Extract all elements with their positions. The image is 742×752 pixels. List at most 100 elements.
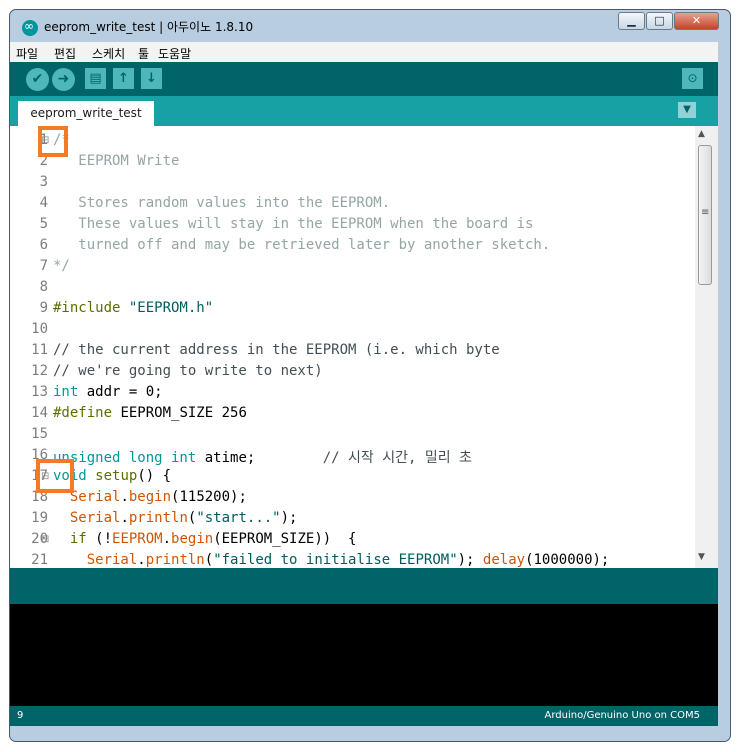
code-text: int addr = 0; [53, 384, 163, 400]
code-token: "start..." [196, 510, 281, 526]
menu-tools[interactable]: 툴 [138, 45, 149, 62]
code-token: . [120, 489, 129, 505]
code-token: "failed to initialise EEPROM" [213, 552, 458, 568]
line-number: 21 [31, 552, 48, 568]
code-token: // the current address in the EEPROM (i.… [53, 342, 500, 358]
line-number: 11 [31, 342, 48, 358]
code-editor[interactable]: 1 ⊟/* 2 EEPROM Write 3 4 Stores random value… [10, 126, 695, 568]
code-text: */ [53, 258, 70, 274]
code-token: begin [171, 531, 214, 547]
code-line[interactable]: 20 ⊟ if (!EEPROM.begin(EEPROM_SIZE)) { [10, 529, 695, 550]
code-token: begin [128, 489, 172, 505]
line-number: 5 [39, 216, 48, 232]
code-token: println [128, 510, 188, 526]
code-token: EEPROM Write [53, 153, 180, 169]
code-line[interactable]: 13 int addr = 0; [10, 382, 695, 403]
highlight-box-fold-1 [38, 126, 68, 157]
code-token: (115200); [171, 489, 247, 505]
code-line[interactable]: 16 unsigned long int atime; // 시작 시간, 밀리 … [10, 445, 695, 466]
maximize-button[interactable]: □ [646, 12, 673, 30]
verify-icon[interactable]: ✔ [26, 68, 49, 91]
fold-toggle-icon[interactable]: ⊟ [41, 534, 49, 545]
code-line[interactable]: 5 These values will stay in the EEPROM w… [10, 214, 695, 235]
line-number: 12 [31, 363, 48, 379]
code-line[interactable]: 3 [10, 172, 695, 193]
status-line-number: 9 [17, 710, 24, 721]
status-board: Arduino/Genuino Uno on COM5 [544, 710, 701, 721]
scroll-down-icon[interactable]: ▼ [698, 552, 705, 562]
line-number: 4 [39, 195, 48, 211]
code-token: Serial [69, 510, 121, 526]
code-line[interactable]: 10 [10, 319, 695, 340]
line-number: 13 [31, 384, 48, 400]
code-token: atime; [196, 450, 323, 466]
code-text: #include "EEPROM.h" [53, 300, 213, 316]
window-title: eeprom_write_test | 아두이노 1.8.10 [44, 20, 254, 34]
code-line[interactable]: 9 #include "EEPROM.h" [10, 298, 695, 319]
code-text: Stores random values into the EEPROM. [53, 195, 390, 211]
code-line[interactable]: 8 [10, 277, 695, 298]
code-line[interactable]: 17 ⊟ void setup() { [10, 466, 695, 487]
code-token: unsigned long int [53, 450, 197, 466]
code-line[interactable]: 12 // we're going to write to next) [10, 361, 695, 382]
code-text: // the current address in the EEPROM (i.… [53, 342, 500, 358]
code-line[interactable]: 6 turned off and may be retrieved later … [10, 235, 695, 256]
close-button[interactable]: ✕ [674, 12, 719, 30]
code-line[interactable]: 18 Serial.begin(115200); [10, 487, 695, 508]
title-bar[interactable]: eeprom_write_test | 아두이노 1.8.10 ▁ □ ✕ [10, 10, 730, 43]
code-token: () { [137, 468, 172, 484]
code-line[interactable]: 21 Serial.println("failed to initialise … [10, 550, 695, 568]
code-token: delay [482, 552, 526, 568]
code-text: unsigned long int atime; // 시작 시간, 밀리 초 [53, 447, 472, 467]
serial-monitor-icon[interactable]: ⊙ [682, 68, 703, 89]
menu-edit[interactable]: 편집 [54, 45, 76, 62]
save-sketch-icon[interactable]: ↓ [141, 68, 162, 89]
code-token: (EEPROM_SIZE)) { [213, 531, 357, 547]
message-area [10, 568, 718, 604]
console-output[interactable] [10, 604, 718, 706]
code-line[interactable]: 19 Serial.println("start..."); [10, 508, 695, 529]
code-text: #define EEPROM_SIZE 256 [53, 405, 247, 421]
code-line[interactable]: 11 // the current address in the EEPROM (… [10, 340, 695, 361]
line-number: 15 [31, 426, 48, 442]
tab-menu-icon[interactable]: ▼ [678, 102, 696, 118]
menu-bar: 파일 편집 스케치 툴 도움말 [10, 42, 718, 62]
code-token: ( [204, 552, 214, 568]
upload-icon[interactable]: ➜ [52, 68, 75, 91]
toolbar: ✔ ➜ ▤ ↑ ↓ ⊙ [10, 62, 718, 96]
line-number: 19 [31, 510, 48, 526]
menu-help[interactable]: 도움말 [158, 45, 191, 62]
line-number: 8 [39, 279, 48, 295]
menu-file[interactable]: 파일 [16, 45, 38, 62]
code-line[interactable]: 14 #define EEPROM_SIZE 256 [10, 403, 695, 424]
code-line[interactable]: 7 */ [10, 256, 695, 277]
code-text: These values will stay in the EEPROM whe… [53, 216, 533, 232]
code-token: ); [457, 552, 483, 568]
code-text: if (!EEPROM.begin(EEPROM_SIZE)) { [53, 531, 357, 547]
code-token: Serial [86, 552, 138, 568]
code-line[interactable]: 4 Stores random values into the EEPROM. [10, 193, 695, 214]
editor-scrollbar[interactable]: ▲ ≡ ▼ [695, 126, 718, 568]
tab-eeprom-write-test[interactable]: eeprom_write_test [18, 101, 154, 126]
line-number: 7 [39, 258, 48, 274]
new-sketch-icon[interactable]: ▤ [85, 68, 106, 89]
scroll-up-icon[interactable]: ▲ [698, 129, 705, 139]
grip-icon: ≡ [701, 207, 710, 218]
code-token: EEPROM_SIZE 256 [112, 405, 247, 421]
line-number: 9 [39, 300, 48, 316]
code-line[interactable]: 15 [10, 424, 695, 445]
minimize-button[interactable]: ▁ [618, 12, 645, 30]
code-line[interactable]: 2 EEPROM Write [10, 151, 695, 172]
code-token: ); [280, 510, 298, 526]
arduino-logo-icon [22, 19, 38, 36]
open-sketch-icon[interactable]: ↑ [113, 68, 134, 89]
code-token: int [53, 384, 79, 400]
scroll-thumb[interactable]: ≡ [698, 145, 712, 285]
menu-sketch[interactable]: 스케치 [92, 45, 125, 62]
code-token: addr = 0; [78, 384, 163, 400]
code-token: . [137, 552, 146, 568]
code-token: Serial [69, 489, 121, 505]
code-line[interactable]: 1 ⊟/* [10, 130, 695, 151]
code-token: (1000000); [525, 552, 610, 568]
code-token: . [120, 510, 129, 526]
